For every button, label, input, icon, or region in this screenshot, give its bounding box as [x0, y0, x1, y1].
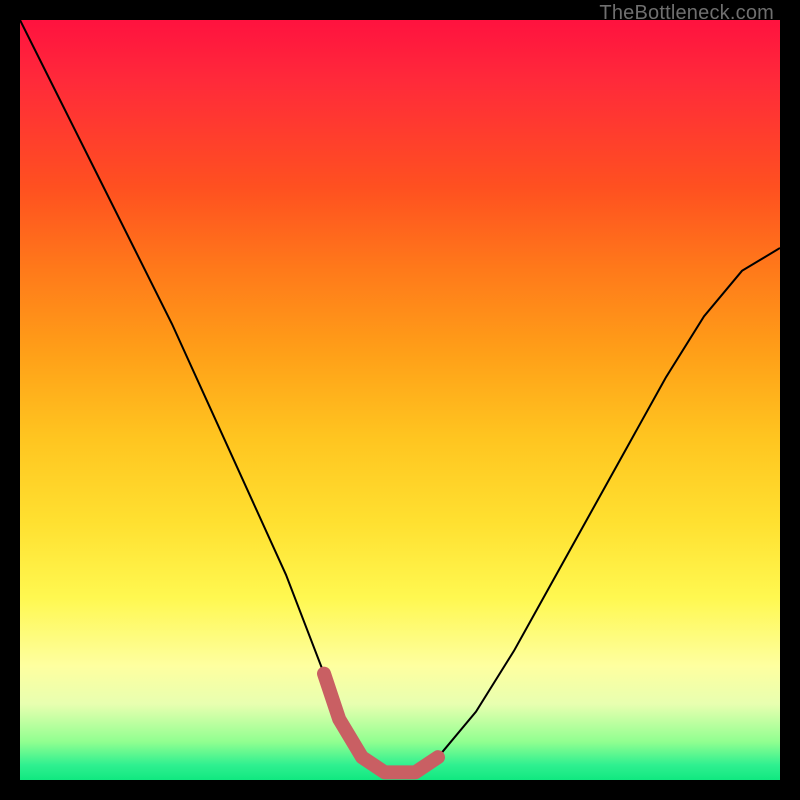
watermark-text: TheBottleneck.com: [599, 2, 774, 25]
plot-area: [20, 20, 780, 780]
chart-frame: TheBottleneck.com: [0, 0, 800, 800]
chart-svg: [20, 20, 780, 780]
bottleneck-curve: [20, 20, 780, 772]
target-band: [324, 674, 438, 773]
